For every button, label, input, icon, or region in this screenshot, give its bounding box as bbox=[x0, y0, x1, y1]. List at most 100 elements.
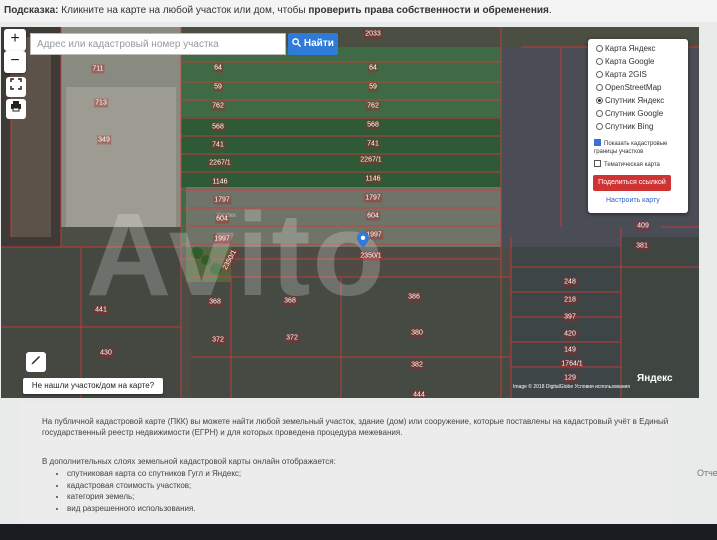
parcel-label[interactable]: 382 bbox=[410, 360, 424, 370]
parcel-label[interactable]: 409 bbox=[636, 221, 650, 231]
info-paragraph-cont: государственный реестр недвижимости (ЕГР… bbox=[42, 428, 403, 437]
hint-bar: Подсказка: Кликните на карте на любой уч… bbox=[0, 0, 717, 22]
list-item: вид разрешенного использования. bbox=[67, 503, 241, 515]
radio-icon bbox=[596, 58, 603, 65]
parcel-label[interactable]: 386 bbox=[407, 292, 421, 302]
parcel-label[interactable]: 368 bbox=[283, 296, 297, 306]
location-pin-icon[interactable] bbox=[357, 232, 369, 248]
parcel-label[interactable]: 741 bbox=[366, 139, 380, 149]
parcel-label[interactable]: 444 bbox=[412, 390, 426, 398]
list-item: спутниковая карта со спутников Гугл и Ян… bbox=[67, 468, 241, 480]
parcel-label[interactable]: 129 bbox=[563, 373, 577, 383]
parcel-label[interactable]: 149 bbox=[563, 345, 577, 355]
parcel-label[interactable]: 59 bbox=[368, 82, 378, 92]
zoom-out-button[interactable]: − bbox=[4, 51, 26, 73]
parcel-label[interactable]: 2267/1 bbox=[208, 158, 232, 168]
ruler-button[interactable] bbox=[26, 352, 46, 372]
layer-google-satellite[interactable]: Спутник Google bbox=[596, 108, 663, 120]
zoom-in-button[interactable]: + bbox=[4, 29, 26, 51]
hint-tail: . bbox=[548, 5, 552, 16]
info-paragraph: На публичной кадастровой карте (ПКК) вы … bbox=[42, 417, 669, 426]
screen-bezel bbox=[0, 524, 717, 540]
imagery-copyright: Image © 2018 DigitalGlobe Условия исполь… bbox=[513, 384, 630, 390]
parcel-label[interactable]: 1997 bbox=[213, 234, 231, 244]
info-list: спутниковая карта со спутников Гугл и Ян… bbox=[53, 468, 241, 514]
parcel-label[interactable]: 248 bbox=[563, 277, 577, 287]
share-link-button[interactable]: Поделиться ссылкой bbox=[593, 175, 671, 191]
parcel-label[interactable]: 218 bbox=[563, 295, 577, 305]
thematic-map-checkbox[interactable]: Тематическая карта bbox=[594, 160, 660, 169]
parcel-label[interactable]: 762 bbox=[366, 101, 380, 111]
parcel-label[interactable]: 372 bbox=[211, 335, 225, 345]
parcel-label[interactable]: 441 bbox=[94, 305, 108, 315]
search-input[interactable]: Адрес или кадастровый номер участка bbox=[30, 33, 286, 55]
hint-lead: Подсказка: bbox=[4, 5, 59, 16]
radio-selected-icon bbox=[596, 97, 603, 104]
list-item: кадастровая стоимость участков; bbox=[67, 480, 241, 492]
parcel-label[interactable]: 568 bbox=[211, 122, 225, 132]
parcel-label[interactable]: 380 bbox=[410, 328, 424, 338]
find-button[interactable]: Найти bbox=[288, 33, 338, 55]
info-list-heading: В дополнительных слоях земельной кадастр… bbox=[42, 457, 336, 466]
layer-bing-satellite[interactable]: Спутник Bing bbox=[596, 121, 653, 133]
layer-label: OpenStreetMap bbox=[605, 83, 662, 92]
pencil-icon bbox=[31, 356, 40, 365]
checkbox-checked-icon bbox=[594, 139, 601, 146]
parcel-label[interactable]: 604 bbox=[366, 211, 380, 221]
parcel-label[interactable]: 397 bbox=[563, 312, 577, 322]
parcel-label[interactable]: 1764/1 bbox=[560, 359, 584, 369]
parcel-label[interactable]: 568 bbox=[366, 120, 380, 130]
layer-yandex-map[interactable]: Карта Яндекс bbox=[596, 43, 656, 55]
layer-label: Спутник Яндекс bbox=[605, 96, 665, 105]
parcel-label[interactable]: 64 bbox=[368, 63, 378, 73]
parcel-label[interactable]: 381 bbox=[635, 241, 649, 251]
layer-label: Спутник Google bbox=[605, 109, 664, 118]
configure-map-link[interactable]: Настроить карту bbox=[606, 197, 660, 204]
checkbox-icon bbox=[594, 160, 601, 167]
layer-google-map[interactable]: Карта Google bbox=[596, 56, 654, 68]
parcel-label[interactable]: 713 bbox=[94, 98, 108, 108]
parcel-label[interactable]: 368 bbox=[208, 297, 222, 307]
fullscreen-button[interactable] bbox=[6, 77, 26, 97]
search-icon bbox=[292, 38, 302, 48]
hint-bold: проверить права собственности и обремене… bbox=[308, 5, 549, 16]
parcel-label[interactable]: 1797 bbox=[364, 193, 382, 203]
parcel-label[interactable]: 762 bbox=[211, 101, 225, 111]
print-button[interactable] bbox=[6, 99, 26, 119]
layer-yandex-satellite[interactable]: Спутник Яндекс bbox=[596, 95, 664, 107]
radio-icon bbox=[596, 45, 603, 52]
list-item: категория земель; bbox=[67, 491, 241, 503]
layers-panel: Карта Яндекс Карта Google Карта 2GIS Ope… bbox=[588, 39, 688, 213]
checkbox-label: Показать кадастровые границы участков bbox=[594, 141, 668, 155]
parcel-label[interactable]: 741 bbox=[211, 140, 225, 150]
parcel-label[interactable]: 604 bbox=[215, 214, 229, 224]
parcel-label[interactable]: 64 bbox=[213, 63, 223, 73]
radio-icon bbox=[596, 84, 603, 91]
parcel-label[interactable]: 2350/1 bbox=[359, 251, 383, 261]
parcel-label[interactable]: 420 bbox=[563, 329, 577, 339]
parcel-label[interactable]: 59 bbox=[213, 82, 223, 92]
parcel-label[interactable]: 2267/1 bbox=[359, 155, 383, 165]
info-section: На публичной кадастровой карте (ПКК) вы … bbox=[20, 402, 672, 522]
parcel-label[interactable]: 1146 bbox=[211, 177, 229, 187]
cadastral-borders-checkbox[interactable]: Показать кадастровые границы участков bbox=[594, 139, 684, 156]
parcel-label[interactable]: 711 bbox=[91, 64, 105, 74]
expand-icon bbox=[10, 78, 22, 90]
parcel-label[interactable]: 1797 bbox=[213, 195, 231, 205]
parcel-label[interactable]: 430 bbox=[99, 348, 113, 358]
radio-icon bbox=[596, 110, 603, 117]
layer-osm[interactable]: OpenStreetMap bbox=[596, 82, 661, 94]
satellite-map[interactable]: Avito Yandex 711 713 349 64 59 762 568 7… bbox=[1, 27, 699, 398]
parcel-label[interactable]: 349 bbox=[97, 135, 111, 145]
layer-label: Карта 2GIS bbox=[605, 70, 647, 79]
parcel-label[interactable]: 2033 bbox=[364, 29, 382, 39]
not-found-button[interactable]: Не нашли участок/дом на карте? bbox=[23, 378, 163, 394]
radio-icon bbox=[596, 123, 603, 130]
layer-label: Карта Google bbox=[605, 57, 655, 66]
layer-2gis-map[interactable]: Карта 2GIS bbox=[596, 69, 647, 81]
layer-label: Спутник Bing bbox=[605, 122, 654, 131]
parcel-label[interactable]: 1146 bbox=[364, 174, 382, 184]
layer-label: Карта Яндекс bbox=[605, 44, 656, 53]
find-label: Найти bbox=[303, 38, 334, 49]
parcel-label[interactable]: 372 bbox=[285, 333, 299, 343]
